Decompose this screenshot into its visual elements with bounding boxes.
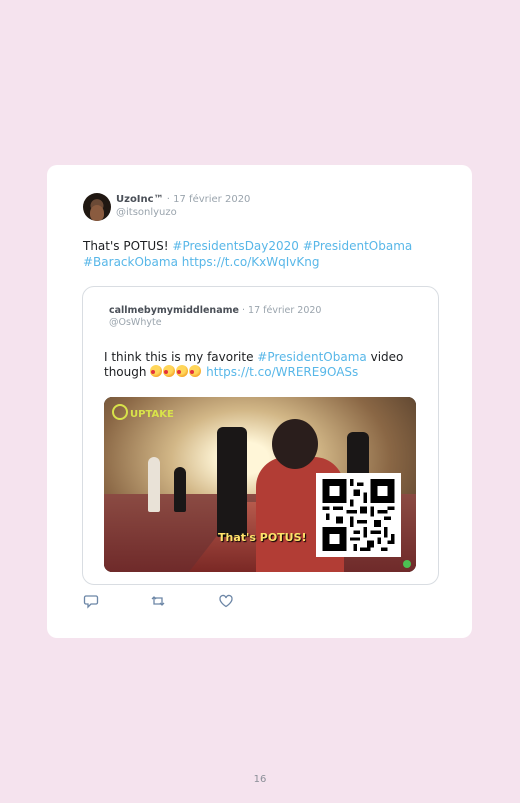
hashtag-presidentobama-quoted[interactable]: #PresidentObama bbox=[257, 350, 367, 364]
quoted-tweet[interactable]: callmebymymiddlename · 17 février 2020 @… bbox=[82, 286, 439, 585]
video-child-head bbox=[272, 419, 318, 469]
smiling-hearts-emoji-icon bbox=[163, 365, 176, 377]
play-icon bbox=[112, 404, 128, 420]
reply-icon[interactable] bbox=[83, 593, 99, 609]
uptake-logo-text: UPTAKE bbox=[130, 409, 174, 420]
tweet-header: UzoInc™ · 17 février 2020 @itsonlyuzo bbox=[116, 193, 250, 219]
tweet-link[interactable]: https://t.co/KxWqIvKng bbox=[182, 255, 320, 269]
tweet-body: That's POTUS! bbox=[83, 239, 173, 253]
video-figure bbox=[217, 427, 247, 537]
qr-code bbox=[316, 473, 401, 557]
video-media[interactable]: UPTAKE That's POTUS! bbox=[104, 397, 416, 572]
like-icon[interactable] bbox=[218, 593, 234, 609]
smiling-hearts-emoji-icon bbox=[189, 365, 202, 377]
hashtag-barackobama[interactable]: #BarackObama bbox=[83, 255, 178, 269]
page-number: 16 bbox=[253, 774, 267, 785]
tweet-card: UzoInc™ · 17 février 2020 @itsonlyuzo Th… bbox=[47, 165, 472, 638]
quoted-author-name[interactable]: callmebymymiddlename bbox=[109, 305, 239, 316]
separator: · bbox=[241, 305, 246, 316]
smiling-hearts-emoji-icon bbox=[176, 365, 189, 377]
quoted-link[interactable]: https://t.co/WRERE9OASs bbox=[206, 365, 358, 379]
video-figure bbox=[174, 467, 186, 512]
hashtag-presidentobama[interactable]: #PresidentObama bbox=[303, 239, 413, 253]
video-figure bbox=[347, 432, 369, 477]
retweet-icon[interactable] bbox=[150, 593, 166, 609]
media-badge-icon bbox=[403, 560, 411, 568]
hashtag-presidentsday2020[interactable]: #PresidentsDay2020 bbox=[172, 239, 299, 253]
author-handle[interactable]: @itsonlyuzo bbox=[116, 206, 250, 219]
qr-code-icon bbox=[322, 479, 395, 551]
quoted-date[interactable]: 17 février 2020 bbox=[248, 305, 321, 316]
quoted-header: callmebymymiddlename · 17 février 2020 @… bbox=[109, 305, 321, 329]
uptake-logo: UPTAKE bbox=[112, 404, 174, 420]
quoted-handle[interactable]: @OsWhyte bbox=[109, 317, 321, 329]
video-figure bbox=[148, 457, 160, 512]
video-caption: That's POTUS! bbox=[218, 531, 307, 544]
emoji-group bbox=[150, 365, 202, 379]
tweet-date[interactable]: 17 février 2020 bbox=[173, 194, 250, 205]
tweet-text: That's POTUS! #PresidentsDay2020 #Presid… bbox=[83, 238, 443, 270]
separator: · bbox=[166, 194, 170, 205]
author-avatar[interactable] bbox=[83, 193, 111, 221]
smiling-hearts-emoji-icon bbox=[150, 365, 163, 377]
quoted-text-start: I think this is my favorite bbox=[104, 350, 258, 364]
quoted-text: I think this is my favorite #PresidentOb… bbox=[104, 350, 404, 380]
author-name[interactable]: UzoInc™ bbox=[116, 194, 164, 205]
